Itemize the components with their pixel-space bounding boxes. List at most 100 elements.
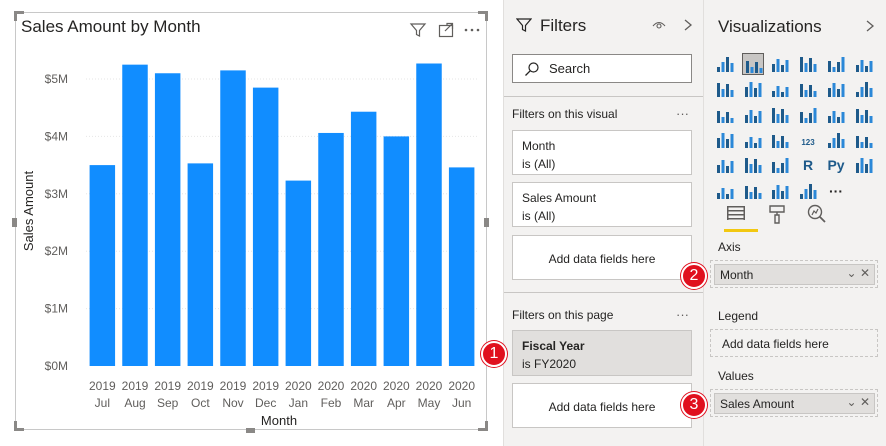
x-tick-month: Feb: [321, 396, 342, 410]
decomposition-tree-icon[interactable]: [714, 180, 736, 202]
kpi-icon[interactable]: [853, 129, 875, 151]
funnel-chart-icon[interactable]: [742, 104, 764, 126]
r-visual-icon[interactable]: R: [797, 154, 819, 176]
donut-chart-icon[interactable]: [825, 104, 847, 126]
eye-icon[interactable]: [651, 18, 667, 32]
line-and-clustered-column-chart-icon[interactable]: [825, 78, 847, 100]
bar[interactable]: [89, 165, 116, 366]
bar[interactable]: [187, 163, 214, 366]
key-influencers-icon[interactable]: [853, 154, 875, 176]
clustered-bar-chart-icon[interactable]: [769, 53, 791, 75]
x-tick-year: 2020: [448, 379, 475, 393]
y-tick-label: $3M: [45, 187, 68, 201]
table-icon[interactable]: [742, 154, 764, 176]
more-options-icon[interactable]: ···: [676, 307, 689, 322]
resize-corner[interactable]: [14, 11, 24, 21]
slicer-icon[interactable]: [714, 154, 736, 176]
resize-corner[interactable]: [478, 421, 488, 431]
x-tick-month: Jul: [95, 396, 110, 410]
more-visuals-icon[interactable]: ···: [825, 180, 847, 202]
chevron-down-icon[interactable]: ⌄: [847, 395, 857, 409]
callout-2: 2: [681, 263, 707, 289]
smart-narrative-icon[interactable]: [769, 180, 791, 202]
y-tick-label: $1M: [45, 302, 68, 316]
python-visual-icon[interactable]: Py: [825, 154, 847, 176]
more-options-icon[interactable]: ···: [676, 106, 689, 121]
bar[interactable]: [448, 167, 475, 366]
add-visual-filter-dropzone[interactable]: Add data fields here: [512, 235, 692, 280]
field-name: Month: [720, 268, 754, 282]
100-stacked-bar-chart-icon[interactable]: [825, 53, 847, 75]
resize-handle[interactable]: [246, 428, 255, 433]
values-well[interactable]: Sales Amount ⌄ ✕: [710, 389, 878, 417]
qa-icon[interactable]: [742, 180, 764, 202]
svg-text:···: ···: [829, 183, 843, 199]
format-tab-icon[interactable]: [766, 203, 788, 225]
gauge-icon[interactable]: [769, 129, 791, 151]
map-icon[interactable]: [714, 129, 736, 151]
x-tick-month: Oct: [191, 396, 210, 410]
y-tick-label: $4M: [45, 129, 68, 143]
bar[interactable]: [220, 70, 246, 366]
x-axis-ticks: 2019 Jul 2019 Aug 2019 Sep 2019 Oct 2019 Nov 2019 D…: [89, 379, 475, 410]
treemap-icon[interactable]: [853, 104, 875, 126]
matrix-icon[interactable]: [769, 154, 791, 176]
filter-icon: [516, 18, 532, 32]
bar[interactable]: [350, 111, 377, 366]
search-icon: [525, 62, 539, 76]
resize-handle[interactable]: [484, 218, 489, 227]
chevron-right-icon[interactable]: [864, 19, 876, 33]
line-and-column-chart-icon[interactable]: [797, 78, 819, 100]
pie-chart-icon[interactable]: [797, 104, 819, 126]
100-stacked-column-chart-icon[interactable]: [853, 53, 875, 75]
area-chart-icon[interactable]: [742, 78, 764, 100]
active-tab-indicator: [724, 229, 758, 232]
card-icon[interactable]: 123: [797, 129, 819, 151]
fields-tab-icon[interactable]: [725, 203, 747, 225]
bar[interactable]: [122, 64, 148, 367]
multi-row-card-icon[interactable]: [825, 129, 847, 151]
line-chart-icon[interactable]: [714, 78, 736, 100]
stacked-bar-chart-icon[interactable]: [714, 53, 736, 75]
remove-field-icon[interactable]: ✕: [860, 395, 870, 409]
bar[interactable]: [252, 87, 279, 367]
chevron-right-icon[interactable]: [682, 18, 694, 32]
analytics-tab-icon[interactable]: [805, 203, 827, 225]
values-field-pill[interactable]: Sales Amount ⌄ ✕: [714, 393, 875, 414]
ribbon-chart-icon[interactable]: [853, 78, 875, 100]
axis-well-label: Axis: [718, 240, 741, 254]
resize-handle[interactable]: [12, 218, 17, 227]
report-canvas: Sales Amount by Month $0M $1M $2M $3M $4M $5M…: [0, 0, 503, 446]
filters-on-visual-label: Filters on this visual: [512, 107, 618, 121]
legend-well[interactable]: Add data fields here: [710, 329, 878, 357]
waterfall-chart-icon[interactable]: [714, 104, 736, 126]
axis-well[interactable]: Month ⌄ ✕: [710, 260, 878, 288]
x-tick-month: Jan: [289, 396, 308, 410]
filters-search-input[interactable]: Search: [512, 54, 692, 83]
filled-map-icon[interactable]: [742, 129, 764, 151]
bar[interactable]: [318, 132, 344, 366]
filter-card-fiscal-year[interactable]: Fiscal Year is FY2020: [512, 330, 692, 376]
axis-field-pill[interactable]: Month ⌄ ✕: [714, 264, 875, 285]
filter-card-month[interactable]: Month is (All): [512, 130, 692, 175]
values-well-label: Values: [718, 369, 754, 383]
filter-card-sales-amount[interactable]: Sales Amount is (All): [512, 182, 692, 227]
x-tick-month: Mar: [353, 396, 374, 410]
bar[interactable]: [154, 73, 181, 366]
scatter-chart-icon[interactable]: [769, 104, 791, 126]
add-page-filter-dropzone[interactable]: Add data fields here: [512, 383, 692, 428]
x-tick-year: 2019: [220, 379, 247, 393]
stacked-area-chart-icon[interactable]: [769, 78, 791, 100]
remove-field-icon[interactable]: ✕: [860, 266, 870, 280]
bar[interactable]: [416, 63, 442, 366]
filters-pane: Filters Search Filters on this visual ··…: [503, 0, 704, 446]
resize-corner[interactable]: [14, 421, 24, 431]
bar[interactable]: [383, 136, 410, 366]
column-chart-visual[interactable]: Sales Amount by Month $0M $1M $2M $3M $4M $5M…: [15, 12, 487, 430]
resize-corner[interactable]: [478, 11, 488, 21]
paginated-report-icon[interactable]: [797, 180, 819, 202]
chevron-down-icon[interactable]: ⌄: [847, 266, 857, 280]
clustered-column-chart-icon[interactable]: [797, 53, 819, 75]
bar[interactable]: [285, 180, 312, 366]
stacked-column-chart-icon[interactable]: [741, 53, 764, 75]
